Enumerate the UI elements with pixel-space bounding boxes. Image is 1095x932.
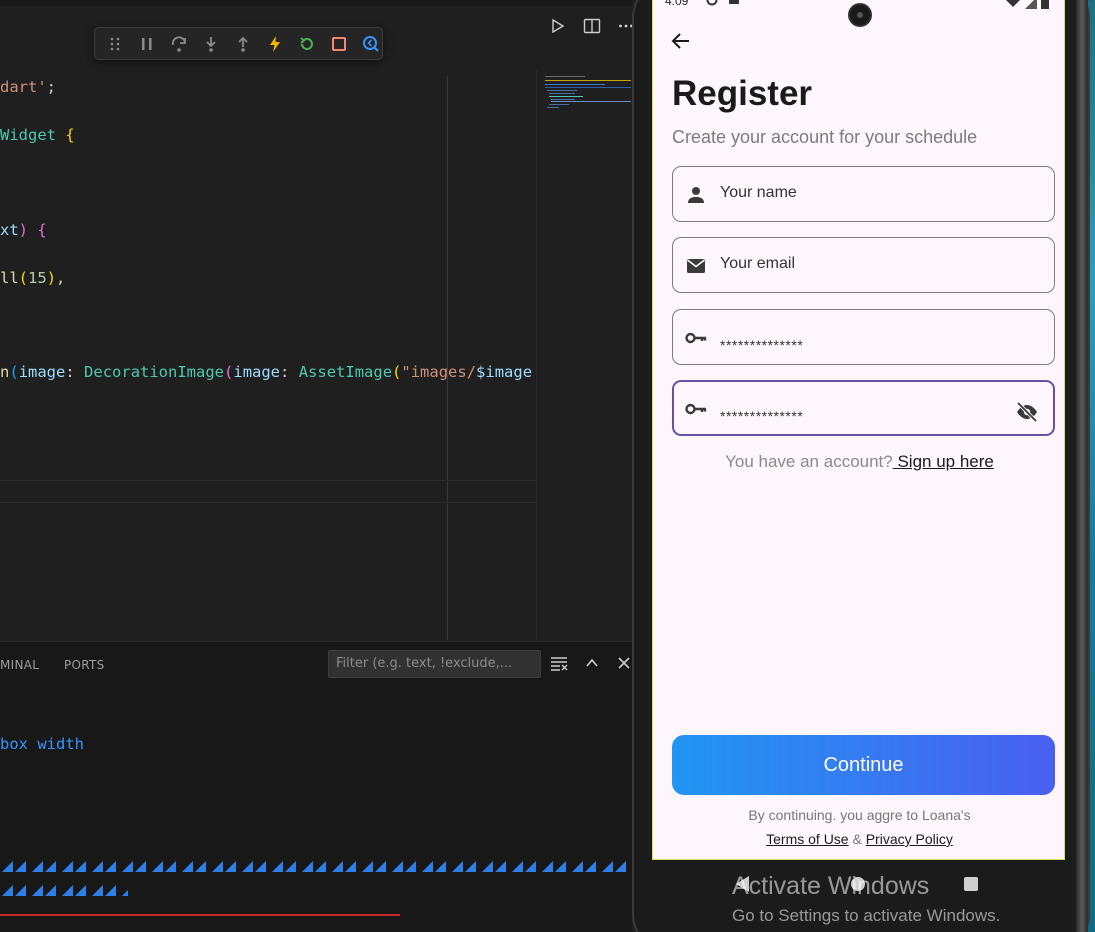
email-placeholder: Your email xyxy=(720,255,796,272)
overflow-stripe-pattern xyxy=(0,859,632,873)
split-editor-icon[interactable] xyxy=(582,14,602,38)
editor-title-strip xyxy=(0,0,632,6)
devtools-search-icon[interactable] xyxy=(361,34,381,54)
step-into-icon[interactable] xyxy=(201,34,221,54)
filter-input[interactable]: Filter (e.g. text, !exclude,... xyxy=(328,650,541,678)
debug-toolbar xyxy=(94,27,383,60)
nav-recents-icon[interactable] xyxy=(964,877,978,891)
filter-lines-icon[interactable] xyxy=(548,652,570,674)
confirm-password-field[interactable]: ************** xyxy=(672,380,1055,436)
status-time: 4:09 xyxy=(665,0,689,8)
confirm-password-value: ************** xyxy=(720,408,804,424)
page-title: Register xyxy=(672,74,813,113)
step-over-icon[interactable] xyxy=(169,34,189,54)
settings-status-icon xyxy=(705,0,719,6)
mail-icon xyxy=(684,254,708,278)
back-arrow-icon[interactable] xyxy=(670,30,692,52)
legal-links: Terms of Use & Privacy Policy xyxy=(766,831,953,847)
code-line: xt) { xyxy=(0,221,47,239)
name-placeholder: Your name xyxy=(720,184,797,201)
tab-ports[interactable]: PORTS xyxy=(64,658,105,672)
legal-text: By continuing. you aggre to Loana's xyxy=(748,807,971,823)
email-field[interactable]: Your email xyxy=(672,237,1055,293)
console-line: box width xyxy=(0,735,84,753)
code-line: Widget { xyxy=(0,126,75,144)
drag-handle-icon[interactable] xyxy=(105,34,125,54)
editor-divider xyxy=(0,480,536,481)
editor-actions xyxy=(548,14,636,38)
pause-icon[interactable] xyxy=(137,34,157,54)
person-icon xyxy=(684,183,708,207)
visibility-off-icon[interactable] xyxy=(1015,400,1039,424)
activation-watermark-subtitle: Go to Settings to activate Windows. xyxy=(732,906,1001,925)
tab-terminal[interactable]: MINAL xyxy=(0,658,39,672)
code-line: ll(15), xyxy=(0,269,66,287)
app-screen: 4:09 Register Create your account for yo… xyxy=(652,0,1065,860)
camera-cutout xyxy=(848,3,872,27)
editor-divider xyxy=(0,502,536,503)
terms-link[interactable]: Terms of Use xyxy=(766,831,848,847)
stop-icon[interactable] xyxy=(329,34,349,54)
sim-status-icon xyxy=(729,0,739,4)
signal-icon xyxy=(1005,0,1051,13)
key-icon xyxy=(684,326,708,350)
emulator-side-rail xyxy=(1076,0,1088,932)
error-underline xyxy=(0,914,400,916)
overflow-stripe-pattern xyxy=(0,883,128,897)
signup-link[interactable]: Sign up here xyxy=(893,452,993,471)
step-out-icon[interactable] xyxy=(233,34,253,54)
account-prompt: You have an account? Sign up here xyxy=(725,452,994,471)
password-value: ************** xyxy=(720,337,804,353)
code-line: n(image: DecorationImage(image: AssetIma… xyxy=(0,363,533,381)
name-field[interactable]: Your name xyxy=(672,166,1055,222)
screen-root: dart'; Widget { xt) { ll(15), n(image: D… xyxy=(0,0,1095,932)
privacy-link[interactable]: Privacy Policy xyxy=(866,831,953,847)
restart-icon[interactable] xyxy=(297,34,317,54)
hot-reload-icon[interactable] xyxy=(265,34,285,54)
chevron-up-icon[interactable] xyxy=(581,652,603,674)
activation-watermark-title: Activate Windows xyxy=(732,872,930,900)
bottom-panel-header: MINAL PORTS Filter (e.g. text, !exclude,… xyxy=(0,641,632,685)
password-field[interactable]: ************** xyxy=(672,309,1055,365)
minimap[interactable] xyxy=(536,70,632,640)
continue-button[interactable]: Continue xyxy=(672,735,1055,795)
key-icon xyxy=(684,397,708,421)
run-icon[interactable] xyxy=(548,14,568,38)
editor-ruler xyxy=(447,76,448,640)
code-line: dart'; xyxy=(0,78,57,96)
page-subtitle: Create your account for your schedule xyxy=(672,127,978,147)
